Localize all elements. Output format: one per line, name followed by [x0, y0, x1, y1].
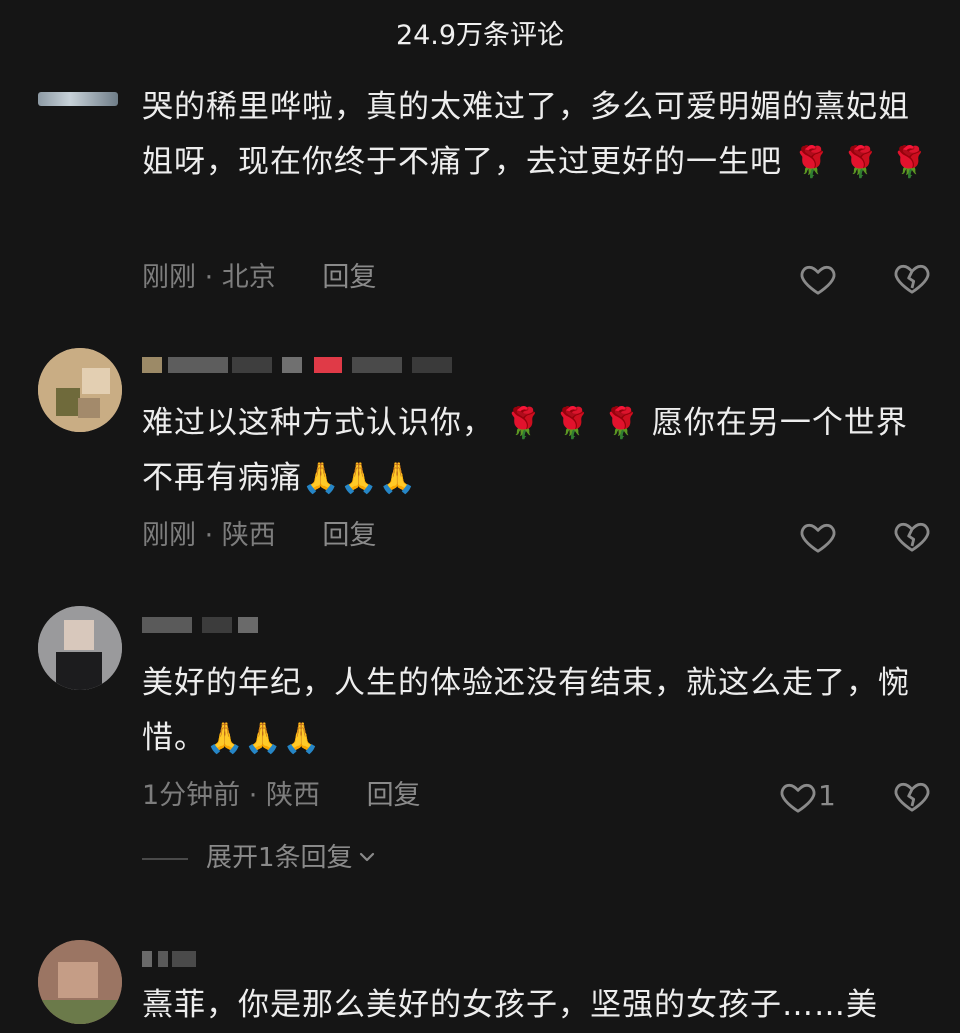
comment-location: 陕西	[221, 520, 276, 551]
dislike-button[interactable]	[892, 516, 932, 556]
pray-emoji: 🙏🙏🙏	[302, 461, 418, 496]
comment-meta: 刚刚 · 北京 回复	[142, 258, 376, 298]
username-blurred[interactable]	[142, 350, 482, 380]
comment-time: 刚刚	[142, 520, 196, 551]
like-count: 1	[818, 779, 836, 812]
comment-location: 北京	[221, 262, 276, 293]
expand-replies-label: 展开1条回复	[206, 843, 353, 873]
comment-text: 难过以这种方式认识你， 🌹 🌹 🌹 愿你在另一个世界不再有病痛🙏🙏🙏	[142, 396, 937, 506]
divider-line	[142, 857, 188, 860]
heart-outline-icon	[800, 265, 836, 295]
reply-button[interactable]: 回复	[367, 780, 421, 811]
comment-body: 熹菲，你是那么美好的女孩子，坚强的女孩子……美	[142, 987, 878, 1023]
like-button[interactable]: 1	[778, 776, 836, 816]
avatar[interactable]	[38, 606, 122, 690]
broken-heart-icon	[894, 782, 930, 812]
reply-button[interactable]: 回复	[322, 262, 376, 293]
like-button[interactable]	[798, 516, 838, 556]
username-blurred[interactable]	[38, 92, 118, 106]
pray-emoji: 🙏🙏🙏	[206, 721, 322, 756]
dislike-button[interactable]	[892, 776, 932, 816]
avatar[interactable]	[38, 940, 122, 1024]
heart-outline-icon	[800, 523, 836, 553]
comments-header: 24.9万条评论	[0, 0, 960, 72]
dislike-button[interactable]	[892, 258, 932, 298]
comment-meta: 1分钟前 · 陕西 回复	[142, 776, 421, 816]
like-button[interactable]	[798, 258, 838, 298]
meta-separator: ·	[248, 780, 258, 811]
broken-heart-icon	[894, 264, 930, 294]
expand-replies-button[interactable]: 展开1条回复	[142, 838, 377, 878]
comment-text: 熹菲，你是那么美好的女孩子，坚强的女孩子……美	[142, 978, 937, 1033]
reply-button[interactable]: 回复	[322, 520, 376, 551]
meta-separator: ·	[204, 262, 214, 293]
comment-text: 哭的稀里哗啦，真的太难过了，多么可爱明媚的熹妃姐姐呀，现在你终于不痛了，去过更好…	[142, 80, 937, 190]
rose-emoji: 🌹 🌹 🌹	[792, 145, 929, 180]
comment-meta: 刚刚 · 陕西 回复	[142, 516, 376, 556]
comment-count-title: 24.9万条评论	[395, 20, 565, 51]
comment-location: 陕西	[265, 780, 320, 811]
comment-time: 刚刚	[142, 262, 196, 293]
comment-text: 美好的年纪，人生的体验还没有结束，就这么走了，惋惜。🙏🙏🙏	[142, 656, 937, 766]
heart-outline-icon	[780, 783, 816, 813]
chevron-down-icon	[357, 839, 377, 879]
username-blurred[interactable]	[142, 944, 222, 974]
comment-time: 1分钟前	[142, 780, 241, 811]
avatar[interactable]	[38, 348, 122, 432]
rose-emoji: 🌹 🌹 🌹	[504, 406, 641, 441]
username-blurred[interactable]	[142, 610, 282, 640]
comment-body: 难过以这种方式认识你，	[142, 405, 494, 441]
meta-separator: ·	[204, 520, 214, 551]
broken-heart-icon	[894, 522, 930, 552]
